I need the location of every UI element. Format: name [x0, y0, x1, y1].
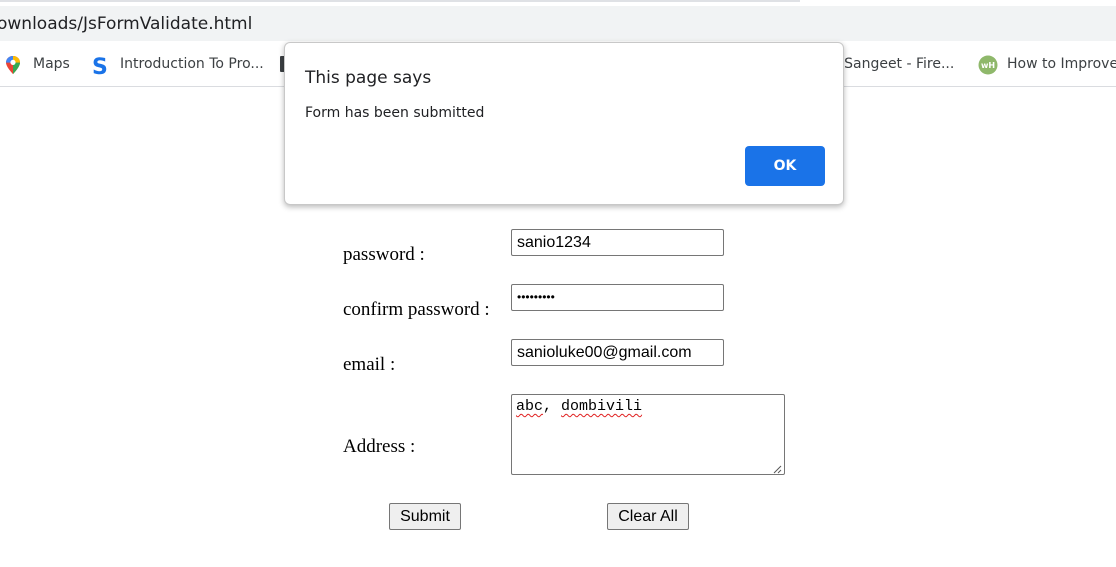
alert-dialog: This page says Form has been submitted O…: [284, 42, 844, 205]
confirm-password-label: confirm password :: [343, 299, 490, 320]
bookmark-introduction-label: Introduction To Pro...: [120, 56, 264, 72]
maps-pin-icon: [4, 55, 22, 74]
bookmark-maps[interactable]: Maps: [4, 53, 70, 75]
email-label: email :: [343, 354, 396, 375]
wh-logo-icon: wH: [978, 55, 998, 75]
clear-all-button[interactable]: Clear All: [607, 503, 689, 530]
submit-button[interactable]: Submit: [389, 503, 461, 530]
tab-strip-edge: [0, 0, 800, 2]
address-url-text[interactable]: ownloads/JsFormValidate.html: [0, 14, 252, 34]
password-field[interactable]: sanio1234: [511, 229, 724, 256]
dialog-title: This page says: [305, 68, 432, 88]
ok-button[interactable]: OK: [745, 146, 825, 186]
bookmark-sangeet-label: etSangeet - Fire...: [830, 56, 955, 72]
svg-text:wH: wH: [981, 61, 995, 70]
dialog-message: Form has been submitted: [305, 105, 485, 121]
address-separator: ,: [543, 398, 562, 415]
address-label: Address :: [343, 436, 416, 457]
resize-grip-icon[interactable]: [772, 462, 782, 474]
bookmark-sangeet[interactable]: etSangeet - Fire...: [830, 53, 954, 75]
svg-text:S: S: [92, 55, 108, 77]
address-word-2: dombivili: [561, 398, 643, 415]
confirm-password-field[interactable]: •••••••••: [511, 284, 724, 311]
address-bar[interactable]: ownloads/JsFormValidate.html: [0, 6, 1116, 41]
email-field[interactable]: sanioluke00@gmail.com: [511, 339, 724, 366]
bookmark-how-to-improve[interactable]: wH How to Improve: [978, 53, 1116, 75]
bookmark-maps-label: Maps: [33, 56, 70, 72]
address-textarea[interactable]: abc, dombivili: [511, 394, 785, 475]
bookmark-introduction[interactable]: S Introduction To Pro...: [91, 53, 264, 80]
address-word-1: abc: [516, 398, 544, 415]
password-label: password :: [343, 244, 425, 265]
s-logo-icon: S: [91, 55, 109, 80]
bookmark-how-to-improve-label: How to Improve: [1007, 56, 1116, 72]
